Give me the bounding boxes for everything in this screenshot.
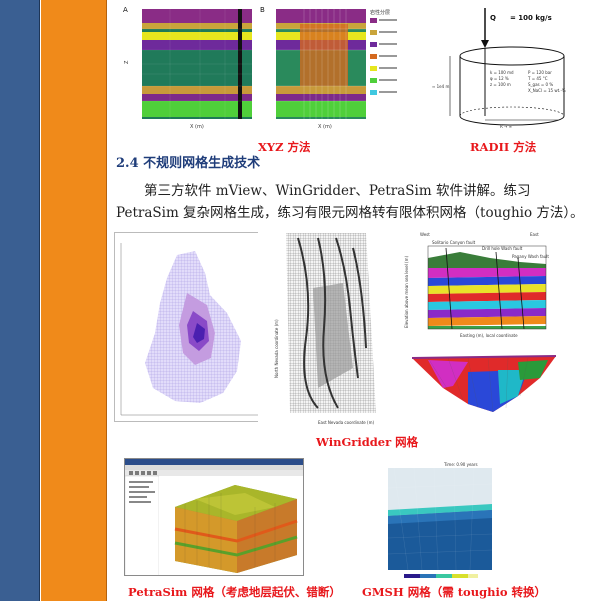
gmsh-time: Time: 0.90 years: [443, 462, 478, 467]
left-orange-band: [41, 0, 107, 601]
left-blue-band: [0, 0, 40, 601]
radii-model-figure: Q = 100 kg/s ≈ 1e4 m k = 100 md φ = 12 %…: [428, 4, 596, 134]
caption-petrasim: PetraSim 网格（考虑地层起伏、错断）: [128, 585, 341, 599]
radii-q-label: Q: [490, 14, 496, 22]
document-page: A Z X (m) B X (m) 岩性分层 Q = 100 kg/s ≈ 1e…: [108, 0, 600, 601]
fault-label-drillhole: Drill hole Wash fault: [482, 246, 523, 251]
section-x-axis: Easting (m), local coordinate: [460, 333, 518, 338]
caption-radii: RADII 方法: [470, 140, 537, 154]
cross-section-figure: West East Solitario Canyon fault Drill h…: [400, 228, 550, 340]
panel-b-x-label: X (m): [318, 124, 332, 130]
radii-param-phi: φ = 12 %: [490, 76, 509, 81]
radii-param-t: T = 45 °C: [527, 76, 548, 81]
wingridder-x-axis: East Nevada coordinate (m): [318, 420, 374, 425]
basin-3d-mesh-figure: [408, 342, 560, 422]
panel-a-x-label: X (m): [190, 124, 204, 130]
panel-a-letter: A: [123, 6, 128, 14]
section-y-axis: Elevation above mean sea level (m): [404, 255, 409, 328]
fault-label-pagany: Pagany Wash fault: [512, 254, 549, 259]
caption-gmsh: GMSH 网格（需 toughio 转换）: [362, 585, 547, 599]
legend-title: 岩性分层: [370, 9, 390, 16]
section-east-label: East: [530, 232, 539, 237]
panel-a-z-label: Z: [124, 60, 130, 64]
caption-wingridder: WinGridder 网格: [316, 435, 419, 449]
radii-param-k: k = 100 md: [490, 70, 514, 75]
radii-depth: ≈ 1e4 m: [432, 84, 449, 89]
wingridder-y-axis: North Nevada coordinate (m): [274, 319, 279, 378]
section-west-label: West: [420, 232, 430, 237]
section-heading: 2.4 不规则网格生成技术: [116, 156, 261, 171]
radii-param-z: z = 100 m: [490, 82, 511, 87]
fault-label-solitario: Solitario Canyon fault: [432, 240, 476, 245]
section-paragraph: 第三方软件 mView、WinGridder、PetraSim 软件讲解。练习 …: [116, 183, 584, 221]
radii-radius: R → ∞: [500, 124, 512, 129]
caption-xyz: XYZ 方法: [258, 140, 311, 154]
gmsh-mesh-figure: Time: 0.90 years: [384, 458, 496, 584]
radii-param-p: P = 120 bar: [528, 70, 552, 75]
xyz-grid-figure-b: B X (m) 岩性分层: [258, 4, 406, 132]
petrasim-screenshot: [124, 458, 304, 576]
radii-rate: = 100 kg/s: [510, 14, 552, 22]
radii-param-x: X_NaCl = 15 wt.-%: [528, 88, 566, 93]
panel-b-letter: B: [260, 6, 265, 14]
radii-param-s: S_gas = 0 %: [528, 82, 553, 87]
wingridder-fault-mesh-figure: East Nevada coordinate (m) North Nevada …: [258, 228, 383, 428]
xyz-grid-figure-a: A Z X (m): [120, 4, 255, 132]
mview-mesh-figure: [114, 232, 264, 422]
